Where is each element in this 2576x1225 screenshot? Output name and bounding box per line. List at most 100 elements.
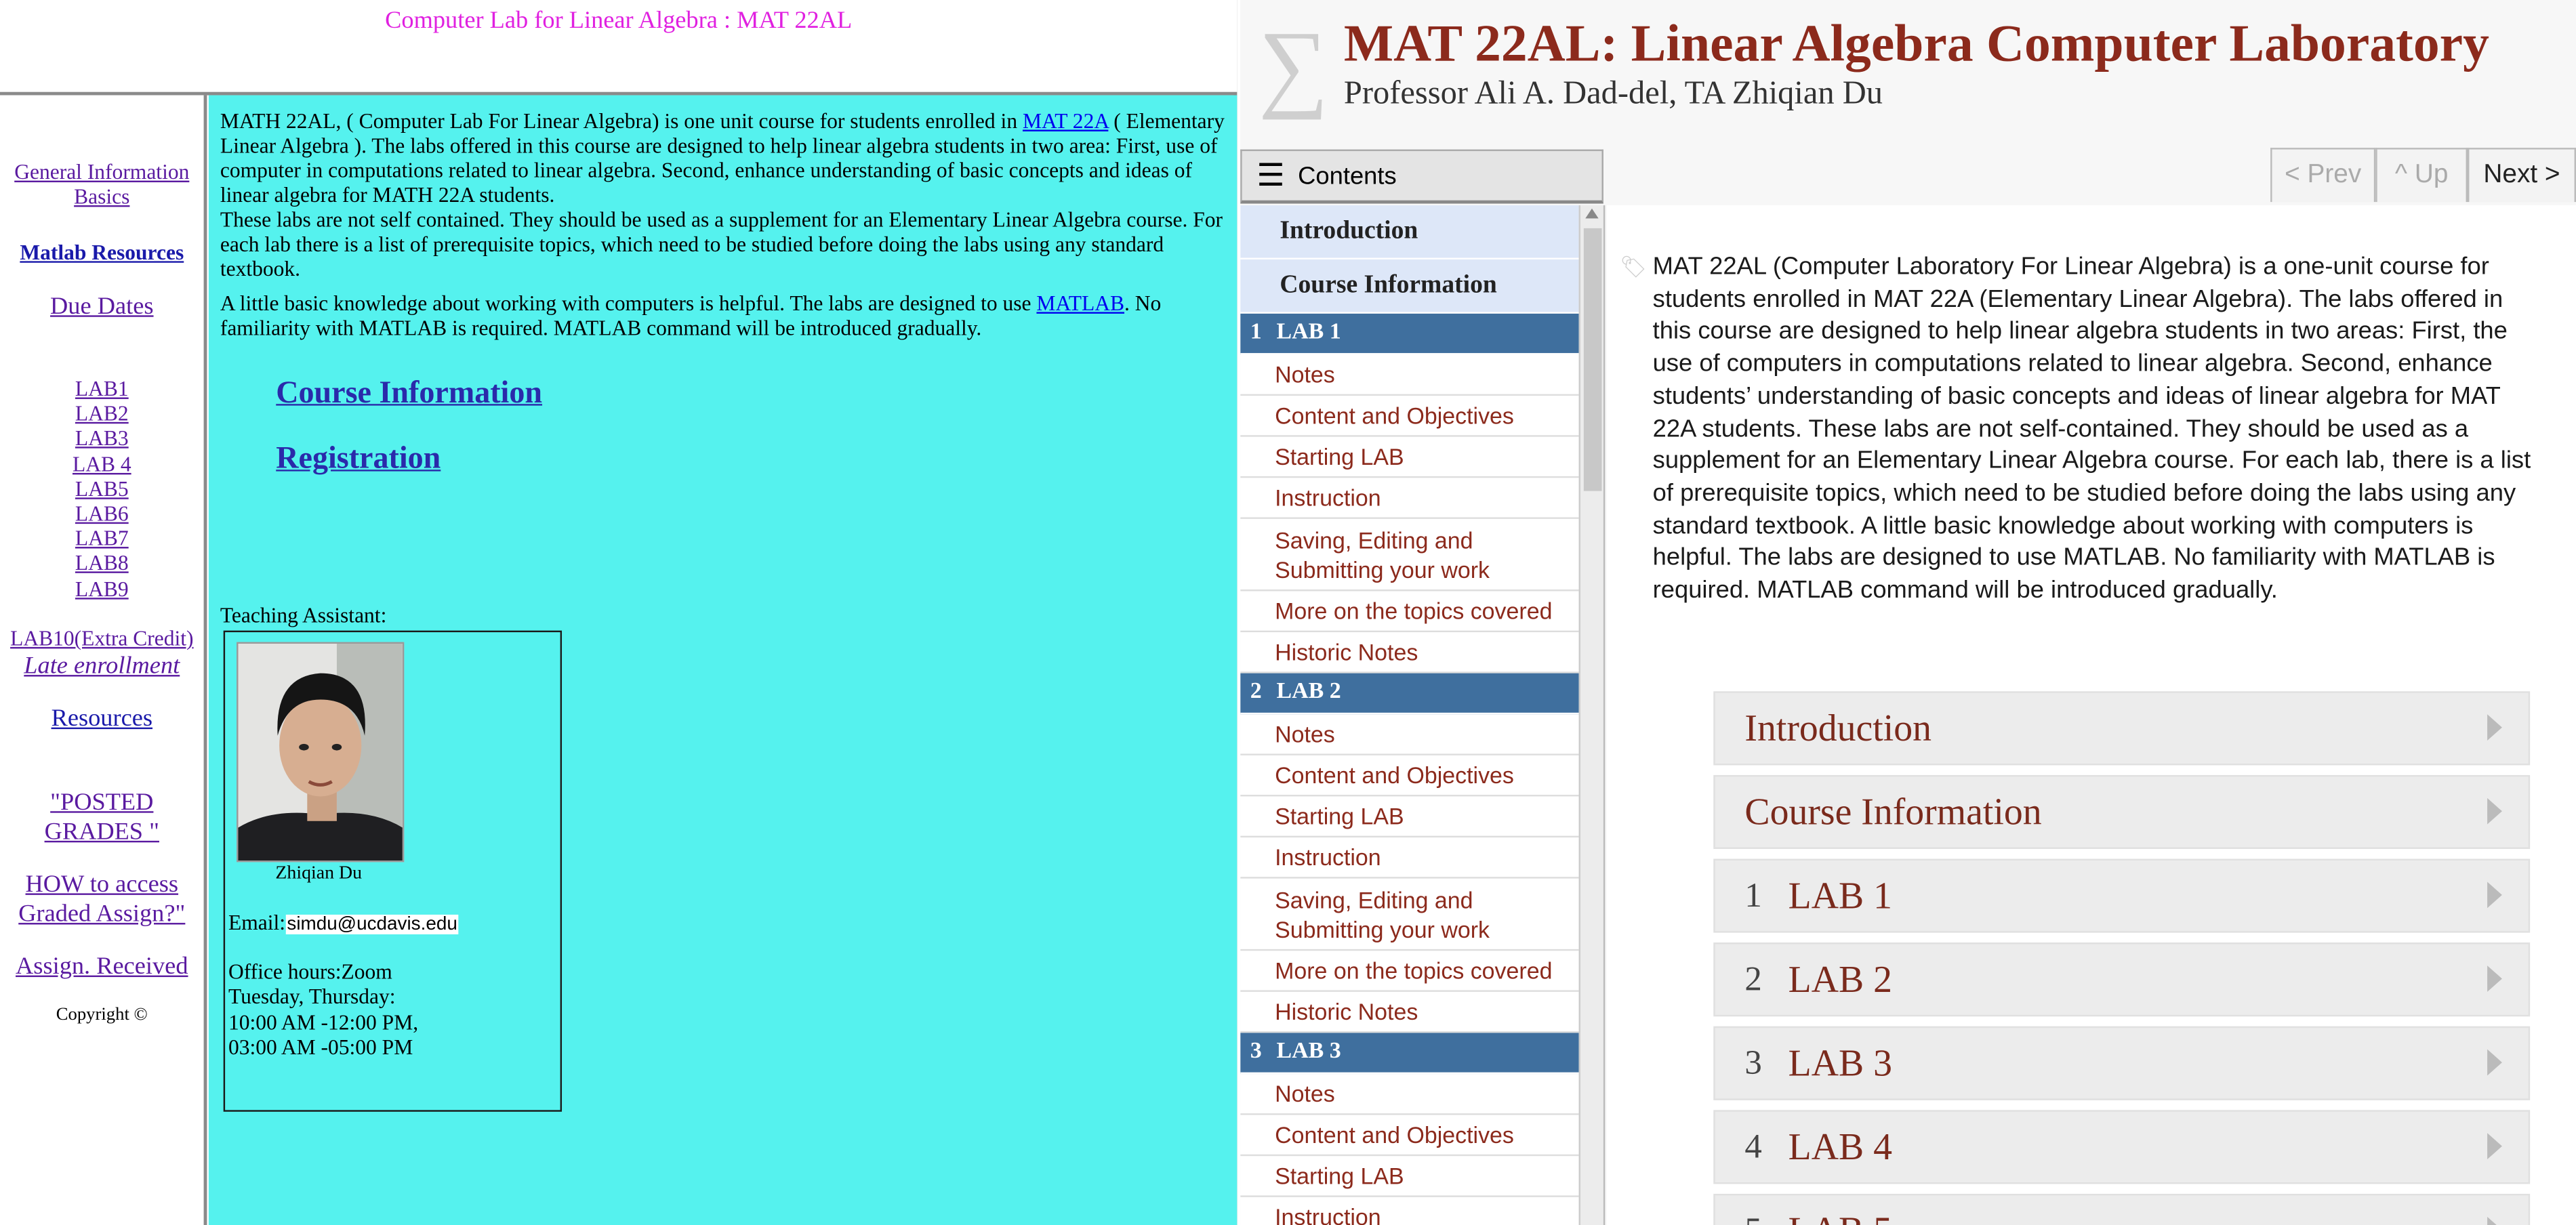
scroll-up-icon[interactable] [1585,208,1599,219]
copyright: Copyright © [56,1005,148,1025]
site-subtitle: Professor Ali A. Dad-del, TA Zhiqian Du [1343,75,1883,112]
toc-item[interactable]: Notes [1240,354,1579,396]
nav-general-information[interactable]: General Information Basics [0,159,204,209]
ta-email[interactable]: simdu@ucdavis.edu [285,914,459,935]
nav-assign-received[interactable]: Assign. Received [0,954,204,982]
legacy-nav-frame: General Information Basics Matlab Resour… [0,95,207,1225]
legacy-site-pane: Computer Lab for Linear Algebra : MAT 22… [0,0,1238,1225]
accordion-lab-3[interactable]: 3 LAB 3 [1713,1026,2531,1100]
toc-item[interactable]: Starting LAB [1240,1156,1579,1197]
accordion-number: 1 [1744,875,1762,915]
ta-photo [237,642,405,863]
toc-item[interactable]: Starting LAB [1240,796,1579,838]
toc-item[interactable]: Instruction [1240,1197,1578,1225]
site-header: ∑ MAT 22AL: Linear Algebra Computer Labo… [1240,0,2576,148]
site-title: MAT 22AL: Linear Algebra Computer Labora… [1343,13,2489,72]
toc-item[interactable]: Saving, Editing and Submitting your work [1240,519,1579,591]
legacy-main-frame: MATH 22AL, ( Computer Lab For Linear Alg… [208,95,1238,1225]
legacy-page-title: Computer Lab for Linear Algebra : MAT 22… [385,8,853,35]
ta-office-hours: Office hours:Zoom Tuesday, Thursday: 10:00… [228,959,418,1059]
nav-lab-3[interactable]: LAB3 [0,426,204,451]
registration-link[interactable]: Registration [276,443,441,474]
accordion-introduction[interactable]: Introduction [1713,691,2531,766]
ta-name: Zhiqian Du [275,863,363,884]
toc-item[interactable]: Starting LAB [1240,437,1579,478]
supplement-paragraph: These labs are not self contained. They … [220,207,1223,281]
toc-item[interactable]: Historic Notes [1240,992,1579,1033]
accordion-title: Introduction [1744,707,1932,748]
nav-due-dates[interactable]: Due Dates [0,294,204,322]
accordion-number: 2 [1744,959,1762,999]
office-hours-line: Office hours:Zoom [228,959,392,984]
toc-item[interactable]: Historic Notes [1240,632,1579,673]
toc-chapter-lab-3[interactable]: 3 LAB 3 [1240,1033,1579,1075]
toc-item[interactable]: More on the topics covered [1240,951,1579,992]
toc-item[interactable]: Content and Objectives [1240,1115,1579,1157]
matlab-link[interactable]: MATLAB [1036,291,1124,315]
toc-item[interactable]: More on the topics covered [1240,591,1579,633]
nav-lab10[interactable]: LAB10(Extra Credit) [0,625,204,652]
accordion-number: 5 [1744,1210,1761,1225]
ta-email-row: Email: simdu@ucdavis.edu [228,910,459,938]
accordion-number: 3 [1744,1042,1762,1083]
toc-item[interactable]: Instruction [1240,837,1579,879]
nav-matlab-resources[interactable]: Matlab Resources [0,240,204,266]
nav-late-enrollment[interactable]: Late enrollment [0,654,204,682]
toc-item[interactable]: Notes [1240,714,1579,755]
toc-item[interactable]: Instruction [1240,478,1579,519]
toc-chapter-number: 1 [1250,320,1262,345]
main-content: 🏷 MAT 22AL (Computer Laboratory For Line… [1606,205,2576,1225]
toc-chapter-number: 3 [1250,1039,1262,1064]
office-hours-line: Tuesday, Thursday: [228,984,396,1009]
nav-resources[interactable]: Resources [0,706,204,734]
toc-item[interactable]: Saving, Editing and Submitting your work [1240,879,1579,951]
toc-item[interactable]: Content and Objectives [1240,755,1579,797]
paragraph-link-icon[interactable]: 🏷 [1620,255,1647,281]
toc-section-introduction[interactable]: Introduction [1240,205,1579,259]
toc-scroll-thumb[interactable] [1583,228,1602,491]
toc-chapter-title: LAB 1 [1276,320,1341,345]
toc-chapter-title: LAB 3 [1276,1039,1341,1064]
pager: < Prev ^ Up Next > [2270,148,2576,203]
accordion-lab-5[interactable]: 5 LAB 5 [1713,1193,2531,1225]
nav-lab-5[interactable]: LAB5 [0,476,204,501]
new-site-pane: ∑ MAT 22AL: Linear Algebra Computer Labo… [1240,0,2576,1225]
accordion-title: LAB 2 [1788,958,1892,999]
toc-chapter-lab-2[interactable]: 2 LAB 2 [1240,673,1579,715]
nav-lab-6[interactable]: LAB6 [0,501,204,526]
accordion-title: LAB 5 [1788,1209,1892,1225]
nav-lab-8[interactable]: LAB8 [0,551,204,576]
expand-arrow-icon [2487,966,2502,992]
up-button[interactable]: ^ Up [2375,148,2468,203]
nav-lab-4[interactable]: LAB 4 [0,451,204,476]
nav-lab-2[interactable]: LAB2 [0,401,204,426]
toc-item[interactable]: Notes [1240,1074,1579,1115]
next-button[interactable]: Next > [2467,148,2576,203]
accordion-title: LAB 4 [1788,1125,1892,1167]
ta-heading: Teaching Assistant: [220,602,387,627]
nav-posted-grades[interactable]: "POSTED GRADES " [0,788,204,847]
prev-button[interactable]: < Prev [2270,148,2376,203]
course-information-link[interactable]: Course Information [276,377,542,409]
nav-lab-9[interactable]: LAB9 [0,576,204,601]
contents-toggle-button[interactable]: ☰ Contents [1240,149,1603,204]
nav-lab-7[interactable]: LAB7 [0,526,204,551]
toc-scrollbar[interactable] [1580,205,1606,1225]
accordion-number: 4 [1744,1126,1762,1166]
mat22a-link[interactable]: MAT 22A [1023,108,1108,133]
nav-lab-list: LAB1 LAB2 LAB3 LAB 4 LAB5 LAB6 LAB7 LAB8 LAB9 [0,376,204,601]
expand-arrow-icon [2487,1216,2502,1225]
nav-how-to-access[interactable]: HOW to access Graded Assign?" [0,871,204,930]
toc-sidebar: Introduction Course Information 1 LAB 1 Note… [1240,205,1580,1225]
expand-arrow-icon [2487,797,2502,825]
toc-item[interactable]: Content and Objectives [1240,396,1579,437]
accordion-lab-1[interactable]: 1 LAB 1 [1713,858,2531,933]
accordion-lab-4[interactable]: 4 LAB 4 [1713,1110,2531,1184]
intro-paragraph: MATH 22AL, ( Computer Lab For Linear Alg… [220,108,1225,207]
nav-lab-1[interactable]: LAB1 [0,376,204,401]
accordion-lab-2[interactable]: 2 LAB 2 [1713,942,2531,1017]
toc-chapter-lab-1[interactable]: 1 LAB 1 [1240,313,1579,355]
office-hours-line: 03:00 AM -05:00 PM [228,1034,413,1059]
accordion-course-information[interactable]: Course Information [1713,774,2531,850]
toc-section-course-information[interactable]: Course Information [1240,259,1579,314]
